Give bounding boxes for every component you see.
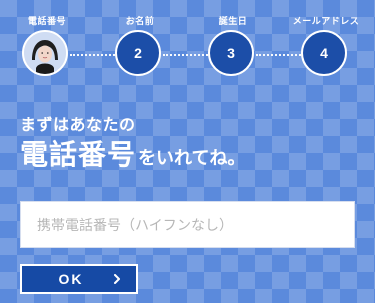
step-3-circle: 3 xyxy=(208,30,254,76)
dotted-connector-1 xyxy=(70,54,115,58)
ok-button-label: OK xyxy=(58,271,84,287)
heading-instruction: をいれてね。 xyxy=(138,148,246,169)
portrait-icon xyxy=(24,32,66,74)
step-4-circle: 4 xyxy=(301,30,347,76)
step-1-label: 電話番号 xyxy=(27,17,67,27)
avatar xyxy=(22,30,68,76)
phone-number-input[interactable] xyxy=(20,201,355,248)
progress-steps: 電話番号 お名前 2 誕生日 3 メールアドレス 4 xyxy=(0,0,375,90)
ok-button[interactable]: OK xyxy=(20,264,138,294)
step-2-label: お名前 xyxy=(125,17,155,27)
chevron-right-icon xyxy=(114,274,120,284)
dotted-connector-3 xyxy=(256,54,301,58)
heading-line-1: まずはあなたの xyxy=(20,115,136,134)
step-2-circle: 2 xyxy=(115,30,161,76)
heading-phone-number: 電話番号 xyxy=(20,138,137,171)
step-3-label: 誕生日 xyxy=(218,17,248,27)
dotted-connector-2 xyxy=(163,54,208,58)
heading-line-2: 電話番号 をいれてね。 xyxy=(20,133,245,173)
step-4-label: メールアドレス xyxy=(292,17,360,27)
